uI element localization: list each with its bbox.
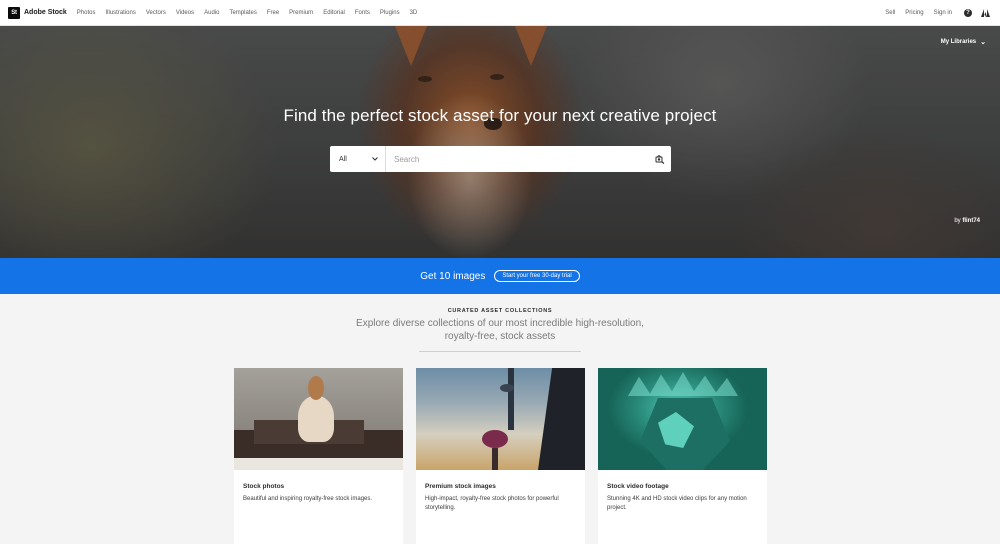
search-filter-value: All [339, 155, 347, 163]
search-bar: All [330, 146, 671, 172]
curated-collections: CURATED ASSET COLLECTIONS Explore divers… [0, 294, 1000, 544]
category-nav: Photos Illustrations Vectors Videos Audi… [77, 10, 427, 16]
adobe-logo-icon[interactable] [981, 8, 990, 17]
brand-name: Adobe Stock [24, 9, 67, 16]
collection-card-description: Stunning 4K and HD stock video clips for… [607, 496, 747, 511]
camera-search-icon[interactable] [649, 146, 671, 172]
nav-item-fonts[interactable]: Fonts [355, 10, 370, 16]
top-navigation: St Adobe Stock Photos Illustrations Vect… [0, 0, 1000, 26]
hero-title: Find the perfect stock asset for your ne… [283, 106, 717, 125]
nav-item-templates[interactable]: Templates [229, 10, 256, 16]
nav-item-illustrations[interactable]: Illustrations [105, 10, 135, 16]
help-icon[interactable]: ? [964, 8, 972, 17]
photo-credit: by flint74 [954, 218, 980, 224]
collection-card-description: Beautiful and inspiring royalty-free sto… [243, 496, 373, 502]
hero-banner: My Libraries ⌄ Find the perfect stock as… [0, 26, 1000, 258]
nav-item-videos[interactable]: Videos [176, 10, 194, 16]
my-libraries-button[interactable]: My Libraries ⌄ [941, 38, 986, 46]
promo-text: Get 10 images [420, 270, 486, 282]
search-input[interactable] [386, 146, 649, 172]
nav-item-premium[interactable]: Premium [289, 10, 313, 16]
free-trial-button[interactable]: Start your free 30-day trial [494, 270, 580, 282]
photo-credit-prefix: by [954, 218, 961, 224]
chevron-down-icon: ⌄ [980, 39, 986, 46]
nav-item-photos[interactable]: Photos [77, 10, 96, 16]
nav-item-editorial[interactable]: Editorial [323, 10, 345, 16]
chevron-down-icon [372, 157, 378, 161]
promo-banner: Get 10 images Start your free 30-day tri… [0, 258, 1000, 294]
stock-logo-icon: St [8, 6, 20, 19]
collection-card-image [598, 368, 767, 470]
collection-card-title: Stock photos [243, 483, 285, 490]
collection-card-title: Stock video footage [607, 483, 669, 490]
photo-credit-author[interactable]: flint74 [962, 218, 980, 224]
collection-card-title: Premium stock images [425, 483, 496, 490]
my-libraries-label: My Libraries [940, 39, 977, 45]
adobe-stock-brand[interactable]: St Adobe Stock [8, 6, 67, 19]
nav-item-vectors[interactable]: Vectors [146, 10, 166, 16]
account-nav: Sell Pricing Sign in ? [875, 8, 992, 17]
collection-card-premium-images[interactable]: Premium stock images High-impact, royalt… [416, 368, 585, 544]
nav-item-plugins[interactable]: Plugins [380, 10, 400, 16]
hero-overlay [0, 26, 1000, 258]
collection-card-image [416, 368, 585, 470]
signin-link[interactable]: Sign in [934, 10, 952, 16]
section-divider [419, 351, 581, 352]
nav-item-3d[interactable]: 3D [410, 10, 418, 16]
collection-card-description: High-impact, royalty-free stock photos f… [425, 496, 559, 511]
pricing-link[interactable]: Pricing [905, 10, 923, 16]
collection-card-image [234, 368, 403, 470]
collections-subtitle: Explore diverse collections of our most … [356, 318, 644, 342]
search-filter-dropdown[interactable]: All [330, 146, 386, 172]
nav-item-free[interactable]: Free [267, 10, 279, 16]
nav-item-audio[interactable]: Audio [204, 10, 219, 16]
collection-card-stock-photos[interactable]: Stock photos Beautiful and inspiring roy… [234, 368, 403, 544]
collections-eyebrow: CURATED ASSET COLLECTIONS [447, 308, 553, 314]
collection-card-stock-video[interactable]: Stock video footage Stunning 4K and HD s… [598, 368, 767, 544]
sell-link[interactable]: Sell [885, 10, 895, 16]
